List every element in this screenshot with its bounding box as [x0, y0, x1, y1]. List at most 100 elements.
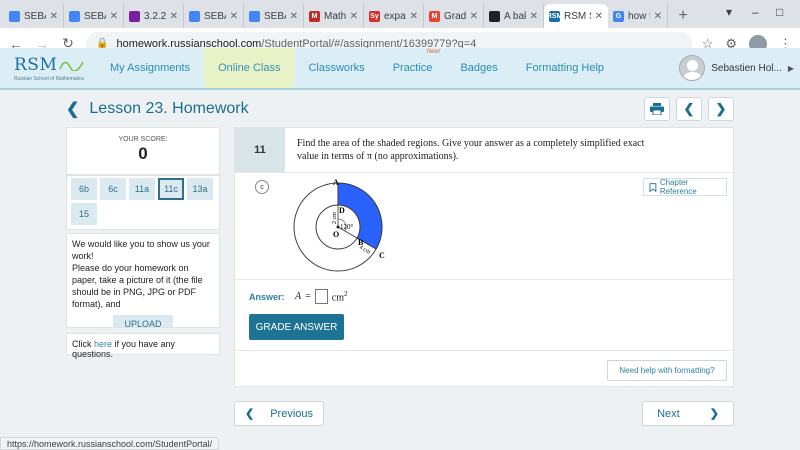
nav-item-my-assignments[interactable]: My Assignments — [96, 48, 204, 88]
score-panel: YOUR SCORE: 0 — [66, 127, 220, 175]
mathway-icon: M — [309, 10, 320, 22]
geometry-figure: O A D B C 120° 2 cm 4 cm — [285, 174, 405, 274]
tab-label: SEBAS — [24, 10, 46, 22]
problem-button[interactable]: 15 — [71, 203, 97, 225]
answer-unit: cm — [331, 292, 344, 304]
gmail-icon: M — [429, 10, 440, 22]
inner-length-label: 2 cm — [332, 212, 338, 224]
browser-tab[interactable]: SEBAS ✕ — [4, 4, 64, 28]
previous-button[interactable]: ❮ Previous — [234, 401, 324, 426]
close-tab-icon[interactable]: ✕ — [350, 11, 358, 22]
question-number: 11 — [235, 128, 285, 172]
problem-button[interactable]: 11c — [158, 178, 184, 200]
tab-label: A bake — [504, 10, 526, 22]
chevron-right-icon[interactable]: ▶ — [788, 64, 794, 73]
nav-item-classworks[interactable]: Classworks — [294, 48, 378, 88]
answer-input[interactable] — [314, 289, 328, 304]
browser-tab[interactable]: 3.2.21 ✕ — [124, 4, 184, 28]
browser-tab[interactable]: SEBAS ✕ — [244, 4, 304, 28]
help-link[interactable]: here — [94, 339, 112, 349]
logo-text: RSM — [14, 54, 58, 75]
docs-icon — [189, 10, 200, 22]
tab-label: SEBAS — [264, 10, 286, 22]
browser-tab[interactable]: Sy expanc ✕ — [364, 4, 424, 28]
browser-tab[interactable]: A bake ✕ — [484, 4, 544, 28]
tab-label: 3.2.21 — [144, 10, 166, 22]
chevron-right-icon: ❯ — [715, 101, 727, 116]
browser-tab[interactable]: M Mathw ✕ — [304, 4, 364, 28]
close-tab-icon[interactable]: ✕ — [595, 11, 603, 22]
problem-button[interactable]: 13a — [187, 178, 213, 200]
lesson-bar: ❮ Lesson 23. Homework ❮ ❯ — [66, 96, 734, 122]
divider — [235, 279, 733, 280]
lesson-title: Lesson 23. Homework — [89, 100, 249, 117]
docs-icon — [249, 10, 260, 22]
next-question-button[interactable]: ❯ — [708, 97, 734, 121]
close-tab-icon[interactable]: ✕ — [530, 11, 538, 22]
answer-equation: A = cm2 — [295, 289, 347, 304]
user-menu[interactable]: Sebastien Hol... ▶ — [679, 48, 800, 88]
help-panel: Click here if you have any questions. — [66, 333, 220, 359]
next-button[interactable]: Next ❯ — [642, 401, 734, 426]
nav-item-label: Classworks — [308, 62, 365, 74]
close-tab-icon[interactable]: ✕ — [290, 11, 298, 22]
browser-tab[interactable]: Ghow to ✕ — [608, 4, 668, 28]
nav-item-practice[interactable]: Practice New! — [379, 48, 447, 88]
symbolab-icon: Sy — [369, 10, 380, 22]
new-tab-icon[interactable]: + — [672, 4, 694, 28]
tab-label: Mathw — [324, 10, 346, 22]
angle-label: 120° — [340, 223, 354, 231]
formatting-help-button[interactable]: Need help with formatting? — [607, 360, 727, 381]
problem-button[interactable]: 6c — [100, 178, 126, 200]
user-avatar[interactable] — [679, 55, 706, 81]
browser-tab[interactable]: RSMRSM St ✕ — [544, 4, 608, 28]
label-o: O — [333, 230, 339, 239]
close-tab-icon[interactable]: ✕ — [410, 11, 418, 22]
browser-tab-bar: SEBAS✕SEBAS✕3.2.21✕SEBAS✕SEBAS✕MMathw✕Sy… — [0, 0, 800, 28]
tab-label: how to — [628, 10, 650, 22]
problem-button[interactable]: 11a — [129, 178, 155, 200]
back-chevron-icon[interactable]: ❮ — [66, 99, 79, 119]
tab-label: SEBAS — [204, 10, 226, 22]
grade-answer-button[interactable]: GRADE ANSWER — [249, 314, 344, 340]
nav-item-online-class[interactable]: Online Class — [204, 48, 295, 88]
browser-tab[interactable]: SEBAS ✕ — [64, 4, 124, 28]
prev-question-button[interactable]: ❮ — [676, 97, 702, 121]
print-button[interactable] — [644, 97, 670, 121]
chevron-right-icon: ❯ — [709, 408, 719, 420]
browser-tab[interactable]: M Gradec ✕ — [424, 4, 484, 28]
close-tab-icon[interactable]: ✕ — [50, 11, 58, 22]
close-tab-icon[interactable]: ✕ — [470, 11, 478, 22]
upload-button[interactable]: UPLOAD — [113, 315, 173, 327]
label-d: D — [339, 206, 345, 215]
rsm-logo[interactable]: RSM Russian School of Mathematics — [0, 48, 96, 88]
close-tab-icon[interactable]: ✕ — [230, 11, 238, 22]
nav-item-badges[interactable]: Badges — [446, 48, 511, 88]
answer-label: Answer: — [249, 292, 285, 302]
nav-item-formatting-help[interactable]: Formatting Help — [512, 48, 618, 88]
upload-info-text: We would like you to show us your work! … — [72, 239, 210, 309]
close-tab-icon[interactable]: ✕ — [654, 11, 662, 22]
minimize-icon[interactable]: – — [752, 5, 759, 19]
browser-tab[interactable]: SEBAS ✕ — [184, 4, 244, 28]
divider — [235, 350, 733, 351]
chapter-reference-button[interactable]: Chapter Reference — [643, 178, 727, 196]
site-header: RSM Russian School of Mathematics My Ass… — [0, 48, 800, 90]
nav-item-label: My Assignments — [110, 62, 191, 74]
user-name: Sebastien Hol... — [711, 62, 782, 74]
part-label: c — [255, 180, 269, 194]
close-tab-icon[interactable]: ✕ — [110, 11, 118, 22]
chevron-left-icon: ❮ — [683, 101, 695, 116]
problem-button[interactable]: 6b — [71, 178, 97, 200]
logo-subtitle: Russian School of Mathematics — [14, 75, 85, 82]
tab-search-icon[interactable]: ▾ — [726, 5, 732, 19]
answer-equals: = — [305, 291, 311, 302]
answer-variable: A — [295, 291, 302, 302]
close-tab-icon[interactable]: ✕ — [170, 11, 178, 22]
purple-doc-icon — [129, 10, 140, 22]
nav-item-label: Practice — [392, 62, 433, 74]
maximize-icon[interactable]: □ — [776, 5, 783, 19]
question-panel: 11 Find the area of the shaded regions. … — [234, 127, 734, 387]
new-badge: New! — [426, 49, 441, 55]
status-bar-url: https://homework.russianschool.com/Stude… — [0, 437, 220, 450]
